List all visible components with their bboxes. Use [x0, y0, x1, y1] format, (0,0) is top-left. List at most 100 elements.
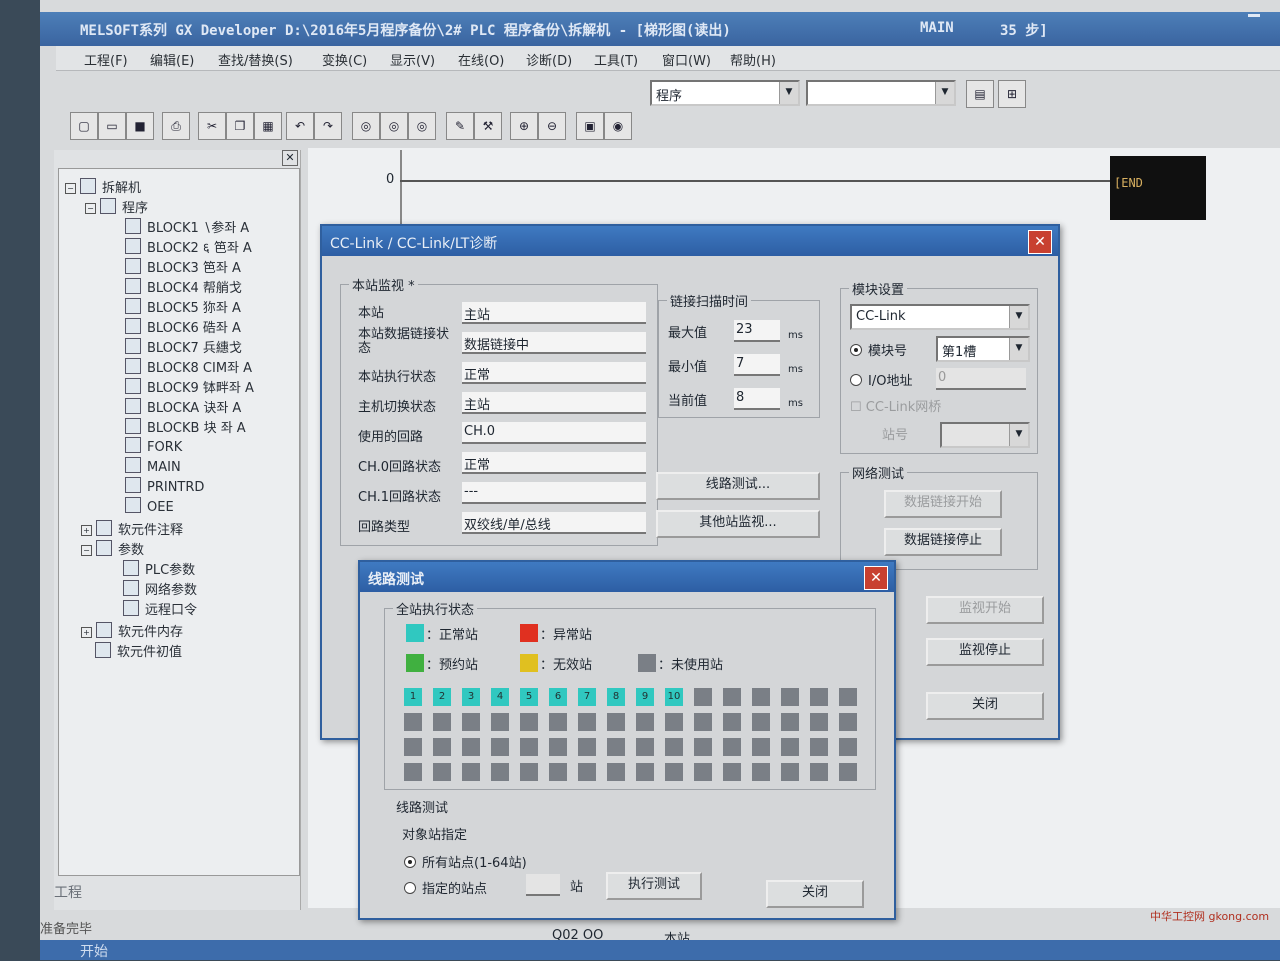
specified-station-radio[interactable]: 指定的站点: [404, 878, 487, 897]
tree-network-param[interactable]: 网络参数: [123, 579, 197, 598]
paste-icon[interactable]: ▦: [254, 112, 282, 140]
line-test-close-button[interactable]: 关闭: [766, 880, 864, 908]
tree-block[interactable]: OEE: [125, 497, 174, 515]
tree-root[interactable]: − 拆解机: [65, 177, 141, 196]
tree-remote-password[interactable]: 远程口令: [123, 599, 197, 618]
all-stations-radio[interactable]: 所有站点(1-64站): [404, 852, 527, 871]
menu-find-replace[interactable]: 查找/替换(S): [218, 50, 293, 69]
window-title: MELSOFT系列 GX Developer D:\2016年5月程序备份\2#…: [80, 23, 731, 39]
chevron-down-icon[interactable]: ▼: [779, 82, 798, 104]
tree-block[interactable]: PRINTRD: [125, 477, 204, 495]
tree-block[interactable]: BLOCK2 ६ 笆좌 A: [125, 237, 252, 256]
tree-block-label: BLOCK1 ∖参좌 A: [147, 221, 250, 236]
module-no-radio[interactable]: 模块号: [850, 340, 907, 359]
monitor-start-button[interactable]: 监视开始: [926, 596, 1044, 624]
data-link-start-button[interactable]: 数据链接开始: [884, 490, 1002, 518]
print-icon[interactable]: ⎙: [162, 112, 190, 140]
cclink-close-button[interactable]: 关闭: [926, 692, 1044, 720]
cut-icon[interactable]: ✂: [198, 112, 226, 140]
close-icon[interactable]: ✕: [864, 566, 888, 590]
tab-project[interactable]: 工程: [54, 882, 82, 902]
monitor-icon[interactable]: ▣: [576, 112, 604, 140]
cclink-bridge-checkbox[interactable]: ☐ CC-Link网桥: [850, 396, 941, 415]
chevron-down-icon[interactable]: ▼: [1009, 306, 1028, 328]
page-icon[interactable]: ▤: [966, 80, 994, 108]
close-icon[interactable]: ✕: [1028, 230, 1052, 254]
station-cell: [781, 688, 799, 706]
tree-block[interactable]: BLOCK1 ∖参좌 A: [125, 217, 249, 236]
start-button[interactable]: 开始: [80, 941, 108, 961]
station-number-field[interactable]: [526, 874, 560, 896]
tree-block[interactable]: BLOCK7 兵繐戈: [125, 337, 242, 356]
menu-project[interactable]: 工程(F): [84, 50, 128, 69]
menu-window[interactable]: 窗口(W): [662, 50, 711, 69]
monitor-stop-button[interactable]: 监视停止: [926, 638, 1044, 666]
open-icon[interactable]: ▭: [98, 112, 126, 140]
tree-network-param-label: 网络参数: [145, 583, 198, 598]
find-device-icon[interactable]: ◎: [352, 112, 380, 140]
monitor-write-icon[interactable]: ◉: [604, 112, 632, 140]
tree-block[interactable]: BLOCKA 诀좌 A: [125, 397, 241, 416]
station-no-select[interactable]: ▼: [940, 422, 1030, 448]
network-icon[interactable]: ⊞: [998, 80, 1026, 108]
menu-edit[interactable]: 编辑(E): [150, 50, 194, 69]
station-cell: [462, 738, 480, 756]
write-icon[interactable]: ✎: [446, 112, 474, 140]
station-cell: 6: [549, 688, 567, 706]
tree-block[interactable]: BLOCK6 硞좌 A: [125, 317, 241, 336]
minimize-icon[interactable]: [1248, 14, 1260, 17]
tree-block[interactable]: BLOCK9 钵畔좌 A: [125, 377, 254, 396]
tree-plc-param[interactable]: PLC参数: [123, 559, 195, 578]
menu-tools[interactable]: 工具(T): [594, 50, 638, 69]
ch1-status-text: ---: [464, 484, 479, 499]
tree-parameter[interactable]: − 参数: [81, 539, 144, 558]
io-address-value: 0: [938, 370, 947, 385]
menu-help[interactable]: 帮助(H): [730, 50, 776, 69]
zoom-out-icon[interactable]: ⊖: [538, 112, 566, 140]
link-status-label: 本站数据链接状态: [358, 327, 450, 356]
copy-icon[interactable]: ❐: [226, 112, 254, 140]
run-test-button[interactable]: 执行测试: [606, 872, 702, 900]
read-icon[interactable]: ⚒: [474, 112, 502, 140]
redo-icon[interactable]: ↷: [314, 112, 342, 140]
program-select[interactable]: 程序 ▼: [650, 80, 800, 106]
io-address-field[interactable]: 0: [936, 368, 1026, 390]
tree-block[interactable]: BLOCK4 帮艄戈: [125, 277, 242, 296]
tree-block[interactable]: BLOCK8 CIM좌 A: [125, 357, 252, 376]
tree-program[interactable]: − 程序: [85, 197, 148, 216]
tree-device-initial[interactable]: 软元件初值: [95, 641, 182, 660]
zoom-in-icon[interactable]: ⊕: [510, 112, 538, 140]
close-icon[interactable]: ✕: [282, 150, 298, 166]
scan-max-label: 最大值: [668, 326, 708, 341]
menu-view[interactable]: 显示(V): [390, 50, 435, 69]
menu-diagnostics[interactable]: 诊断(D): [526, 50, 572, 69]
menu-online[interactable]: 在线(O): [458, 50, 504, 69]
tree-block[interactable]: BLOCK5 狝좌 A: [125, 297, 241, 316]
chevron-down-icon[interactable]: ▼: [1009, 424, 1028, 446]
ladder-file-icon: [125, 477, 141, 493]
menu-convert[interactable]: 变换(C): [322, 50, 367, 69]
line-test-button[interactable]: 线路测试...: [656, 472, 820, 500]
chevron-down-icon[interactable]: ▼: [935, 82, 954, 104]
find-instruction-icon[interactable]: ◎: [380, 112, 408, 140]
item-select[interactable]: ▼: [806, 80, 956, 106]
tree-device-comment[interactable]: + 软元件注释: [81, 519, 183, 538]
module-type-select[interactable]: CC-Link ▼: [850, 304, 1030, 330]
data-link-stop-button[interactable]: 数据链接停止: [884, 528, 1002, 556]
switch-status-text: 主站: [464, 398, 491, 413]
tree-block[interactable]: BLOCK3 笆좌 A: [125, 257, 241, 276]
tree-block[interactable]: BLOCKB 块 좌 A: [125, 417, 246, 436]
tree-block[interactable]: FORK: [125, 437, 182, 455]
undo-icon[interactable]: ↶: [286, 112, 314, 140]
chevron-down-icon[interactable]: ▼: [1009, 338, 1028, 360]
find-step-icon[interactable]: ◎: [408, 112, 436, 140]
new-icon[interactable]: ▢: [70, 112, 98, 140]
io-address-radio[interactable]: I/O地址: [850, 370, 912, 389]
station-cell: [723, 688, 741, 706]
save-icon[interactable]: ■: [126, 112, 154, 140]
module-no-select[interactable]: 第1槽 ▼: [936, 336, 1030, 362]
tree-device-memory[interactable]: + 软元件内存: [81, 621, 183, 640]
scan-min-text: 7: [736, 356, 745, 371]
tree-block[interactable]: MAIN: [125, 457, 181, 475]
other-station-monitor-button[interactable]: 其他站监视...: [656, 510, 820, 538]
